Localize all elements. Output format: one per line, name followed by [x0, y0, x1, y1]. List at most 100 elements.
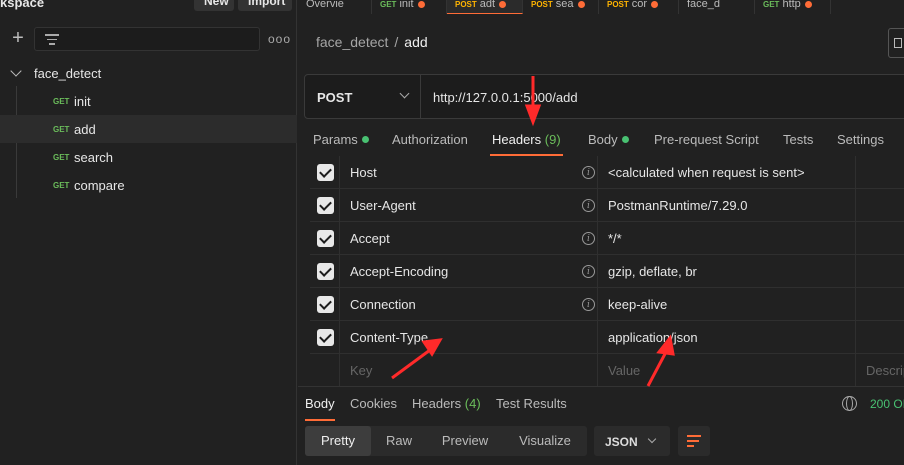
tab-headers[interactable]: Headers (9) [490, 132, 563, 156]
key-input[interactable]: Key [339, 354, 597, 387]
response-view-switcher: Pretty Raw Preview Visualize [305, 426, 587, 456]
header-key: User-Agent [350, 198, 416, 213]
wrap-lines-icon[interactable] [678, 426, 710, 456]
tab-response-body[interactable]: Body [305, 396, 335, 421]
breadcrumb-parent[interactable]: face_detect [316, 34, 388, 50]
import-button[interactable]: Import [238, 0, 292, 11]
description-cell[interactable] [855, 189, 904, 222]
breadcrumb-current[interactable]: add [404, 34, 427, 50]
info-icon[interactable]: i [582, 166, 595, 179]
value-cell[interactable]: application/json [597, 321, 855, 354]
main-panel: Overvie GET init POST adt POST sea POST cor … [298, 0, 904, 465]
sidebar-item-label: init [74, 94, 91, 109]
request-tabs-bar: Overvie GET init POST adt POST sea POST cor … [298, 0, 904, 14]
table-row-new: Key Value Descrip [310, 354, 904, 387]
headers-table: Host i <calculated when request is sent> … [310, 156, 904, 387]
globe-icon[interactable] [842, 396, 857, 411]
row-checkbox[interactable] [317, 197, 334, 214]
format-select[interactable]: JSON [594, 426, 670, 456]
new-button[interactable]: New [194, 0, 234, 11]
value-cell[interactable]: gzip, deflate, br [597, 255, 855, 288]
table-row: Accept i */* [310, 222, 904, 255]
tab-overview[interactable]: Overvie [298, 0, 372, 14]
header-value: */* [608, 231, 622, 246]
sidebar-item-init[interactable]: GET init [0, 87, 297, 115]
sidebar-item-search[interactable]: GET search [0, 143, 297, 171]
info-icon[interactable]: i [582, 298, 595, 311]
collection-item-face-detect[interactable]: face_detect [0, 60, 297, 86]
value-input[interactable]: Value [597, 354, 855, 387]
tab-response-headers[interactable]: Headers (4) [412, 396, 481, 411]
tab-label: sea [555, 0, 574, 10]
info-icon[interactable]: i [582, 265, 595, 278]
filter-input[interactable] [34, 27, 260, 51]
method-select[interactable]: POST [305, 75, 421, 118]
description-cell[interactable] [855, 222, 904, 255]
info-icon[interactable]: i [582, 199, 595, 212]
header-key: Accept [350, 231, 390, 246]
tab-face-detect[interactable]: face_d [679, 0, 755, 14]
unsaved-dot [804, 0, 812, 8]
tab-label: Body [588, 132, 618, 147]
method-badge: POST [531, 0, 553, 9]
key-cell[interactable]: Accept-Encoding i [339, 255, 597, 288]
tab-test-results[interactable]: Test Results [496, 396, 567, 411]
tab-add[interactable]: POST adt [447, 0, 523, 14]
tab-prerequest-script[interactable]: Pre-request Script [654, 132, 759, 147]
header-value: <calculated when request is sent> [608, 165, 805, 180]
tab-compare[interactable]: POST cor [599, 0, 679, 14]
tab-label: face_d [687, 0, 721, 10]
row-checkbox[interactable] [317, 296, 334, 313]
chevron-down-icon[interactable] [10, 65, 22, 77]
key-cell[interactable]: Host i [339, 156, 597, 189]
header-key: Accept-Encoding [350, 264, 449, 279]
description-cell[interactable] [855, 288, 904, 321]
view-raw[interactable]: Raw [371, 426, 427, 456]
tab-settings[interactable]: Settings [837, 132, 884, 147]
tab-authorization[interactable]: Authorization [392, 132, 468, 147]
value-placeholder: Value [608, 363, 641, 378]
info-icon[interactable]: i [582, 232, 595, 245]
view-pretty[interactable]: Pretty [305, 426, 371, 456]
row-checkbox[interactable] [317, 164, 334, 181]
value-cell[interactable]: */* [597, 222, 855, 255]
description-cell[interactable] [855, 321, 904, 354]
url-input[interactable]: http://127.0.0.1:5000/add [433, 90, 578, 105]
view-preview[interactable]: Preview [427, 426, 503, 456]
row-checkbox[interactable] [317, 329, 334, 346]
value-cell[interactable]: <calculated when request is sent> [597, 156, 855, 189]
value-cell[interactable]: keep-alive [597, 288, 855, 321]
description-cell[interactable] [855, 255, 904, 288]
key-cell[interactable]: Content-Type [339, 321, 597, 354]
status-badge[interactable]: 200 OK [870, 397, 904, 411]
sidebar-item-add[interactable]: GET add [0, 115, 297, 143]
indicator-dot [361, 136, 369, 143]
description-input[interactable]: Descrip [855, 354, 904, 387]
table-row: Host i <calculated when request is sent> [310, 156, 904, 189]
row-checkbox[interactable] [317, 263, 334, 280]
key-cell[interactable]: User-Agent i [339, 189, 597, 222]
more-options-icon[interactable]: ooo [268, 32, 291, 46]
tab-params[interactable]: Params [313, 132, 369, 147]
plus-icon[interactable]: + [9, 28, 27, 48]
method-badge: GET [53, 125, 70, 134]
description-cell[interactable] [855, 156, 904, 189]
tab-tests[interactable]: Tests [783, 132, 813, 147]
tab-response-cookies[interactable]: Cookies [350, 396, 397, 411]
tab-search[interactable]: POST sea [523, 0, 599, 14]
tab-http[interactable]: GET http [755, 0, 831, 14]
documentation-icon[interactable] [888, 28, 904, 58]
row-checkbox[interactable] [317, 230, 334, 247]
description-placeholder: Descrip [866, 363, 904, 378]
tab-label: Pre-request Script [654, 132, 759, 147]
key-cell[interactable]: Connection i [339, 288, 597, 321]
tab-body[interactable]: Body [588, 132, 629, 147]
value-cell[interactable]: PostmanRuntime/7.29.0 [597, 189, 855, 222]
request-config-tabs: Params Authorization Headers (9) Body Pr… [298, 124, 904, 156]
key-cell[interactable]: Accept i [339, 222, 597, 255]
tab-label: cor [631, 0, 648, 10]
sidebar-item-compare[interactable]: GET compare [0, 171, 297, 199]
tab-init[interactable]: GET init [372, 0, 447, 14]
view-visualize[interactable]: Visualize [503, 426, 587, 456]
header-value: keep-alive [608, 297, 668, 312]
